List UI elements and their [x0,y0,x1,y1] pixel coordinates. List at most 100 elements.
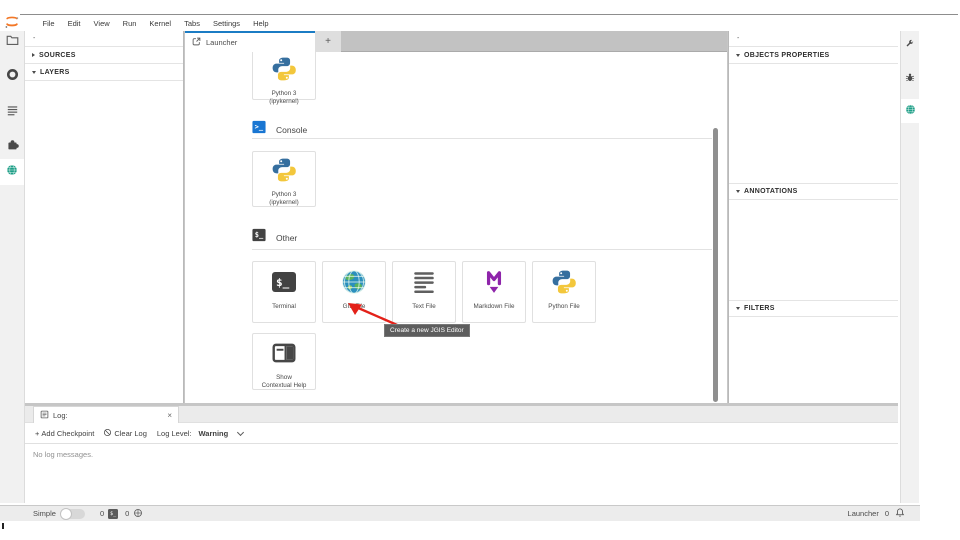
launcher-tab-bar: Launcher + [185,31,727,52]
terminals-count[interactable]: 0 [100,509,104,518]
console-section-header: >_ Console [252,120,307,139]
right-panel-title: - [729,31,898,47]
card-show-contextual-help[interactable]: Show Contextual Help [252,333,316,390]
notifications-count[interactable]: 0 [885,509,889,518]
card-console-python3[interactable]: Python 3 (ipykernel) [252,151,316,207]
menu-file[interactable]: File [36,19,61,28]
terminal-badge-icon[interactable]: $_ [108,509,118,519]
card-python-file[interactable]: Python File [532,261,596,323]
log-tab-label: Log: [53,411,68,420]
bell-icon[interactable] [895,507,905,520]
card-label: Python 3 (ipykernel) [269,191,298,207]
sidebar-tab-debugger[interactable] [901,67,919,91]
markdown-icon [481,269,507,300]
log-tab-bar: Log: × [25,406,898,423]
python-logo-icon [551,269,577,300]
caret-right-icon [32,53,35,57]
tab-launcher[interactable]: Launcher [185,31,315,52]
sidebar-tab-table-of-contents[interactable] [0,99,24,125]
simple-mode-toggle[interactable] [61,509,85,519]
sidebar-tab-file-browser[interactable] [0,29,24,55]
tooltip: Create a new JGIS Editor [384,324,470,337]
annotations-label: ANNOTATIONS [744,188,798,195]
vertical-scrollbar[interactable] [713,128,718,402]
menu-bar: File Edit View Run Kernel Tabs Settings … [36,15,275,31]
sidebar-tab-extensions[interactable] [0,134,24,160]
terminal-small-icon: $_ [252,228,266,247]
caret-down-icon [736,307,740,310]
cursor-artifact [2,523,4,529]
menu-help[interactable]: Help [247,19,275,28]
dock-panel: - SOURCES LAYERS [25,31,898,503]
running-sessions-icon [6,68,19,86]
chevron-down-icon[interactable] [237,428,244,435]
layers-label: LAYERS [40,69,70,76]
log-content: No log messages. [25,444,898,503]
list-icon [6,103,19,121]
contextual-help-icon [271,340,297,371]
menu-run[interactable]: Run [116,19,143,28]
card-notebook-python3[interactable]: Python 3 (ipykernel) [252,52,316,100]
left-panel-title: - [25,31,183,47]
add-checkpoint-button[interactable]: + Add Checkpoint [35,429,94,438]
kernels-count[interactable]: 0 [125,509,129,518]
filters-header[interactable]: FILTERS [729,300,898,317]
bug-icon [905,70,915,88]
card-label: Python 3 (ipykernel) [269,90,298,106]
log-level-label: Log Level: [157,429,192,438]
puzzle-icon [6,138,19,156]
simple-mode-label: Simple [33,509,56,518]
menu-settings[interactable]: Settings [206,19,246,28]
gis-globe-icon [905,102,916,120]
menu-view[interactable]: View [87,19,116,28]
log-level-dropdown[interactable]: Warning [199,429,229,438]
gis-globe-icon [6,163,18,181]
folder-icon [6,33,19,51]
toggle-knob [60,508,72,520]
log-empty-message: No log messages. [33,450,93,459]
menu-kernel[interactable]: Kernel [143,19,178,28]
gis-right-panel: - OBJECTS PROPERTIES ANNOTATIONS FILTERS [728,31,898,403]
tab-log[interactable]: Log: × [33,406,179,423]
layers-section-header[interactable]: LAYERS [25,64,183,81]
section-divider [252,249,712,250]
menu-tabs[interactable]: Tabs [178,19,207,28]
sources-section-header[interactable]: SOURCES [25,47,183,64]
objects-properties-header[interactable]: OBJECTS PROPERTIES [729,47,898,64]
status-right-group: Launcher 0 [848,506,905,521]
close-icon[interactable]: × [167,411,172,420]
clear-log-button[interactable]: Clear Log [103,428,147,439]
kernel-status-icon[interactable] [133,508,143,520]
clear-icon [103,428,112,439]
plus-icon: + [35,429,39,438]
launcher-icon [192,37,201,48]
card-label: Show Contextual Help [262,374,307,390]
objects-properties-label: OBJECTS PROPERTIES [744,52,830,59]
new-tab-button[interactable]: + [315,31,341,52]
card-label: Python File [548,303,580,311]
sources-label: SOURCES [39,52,76,59]
python-logo-icon [271,157,297,188]
right-sidebar-strip [900,31,919,503]
current-mode-label: Launcher [848,509,879,518]
menu-edit[interactable]: Edit [61,19,87,28]
left-sidebar-strip [0,31,25,503]
other-section-header: $_ Other [252,228,297,247]
card-terminal[interactable]: $_ Terminal [252,261,316,323]
launcher-content: Python 3 (ipykernel) >_ Console [185,52,727,403]
other-section-title: Other [276,233,297,243]
card-markdown-file[interactable]: Markdown File [462,261,526,323]
sidebar-tab-jupytergis[interactable] [0,159,24,185]
log-console-panel: Log: × + Add Checkpoint Clear Lo [25,406,898,503]
caret-down-icon [736,190,740,193]
card-label: Terminal [272,303,296,311]
launcher-tab-label: Launcher [206,38,237,47]
filters-label: FILTERS [744,305,775,312]
terminal-icon: $_ [271,269,297,300]
status-bar: Simple 0 $_ 0 Launcher 0 [0,505,920,521]
sidebar-tab-property-inspector[interactable] [901,33,919,57]
sidebar-tab-jupytergis-panel[interactable] [901,99,919,123]
annotations-header[interactable]: ANNOTATIONS [729,183,898,200]
sidebar-tab-running[interactable] [0,64,24,90]
jupyter-logo-icon [4,15,20,30]
